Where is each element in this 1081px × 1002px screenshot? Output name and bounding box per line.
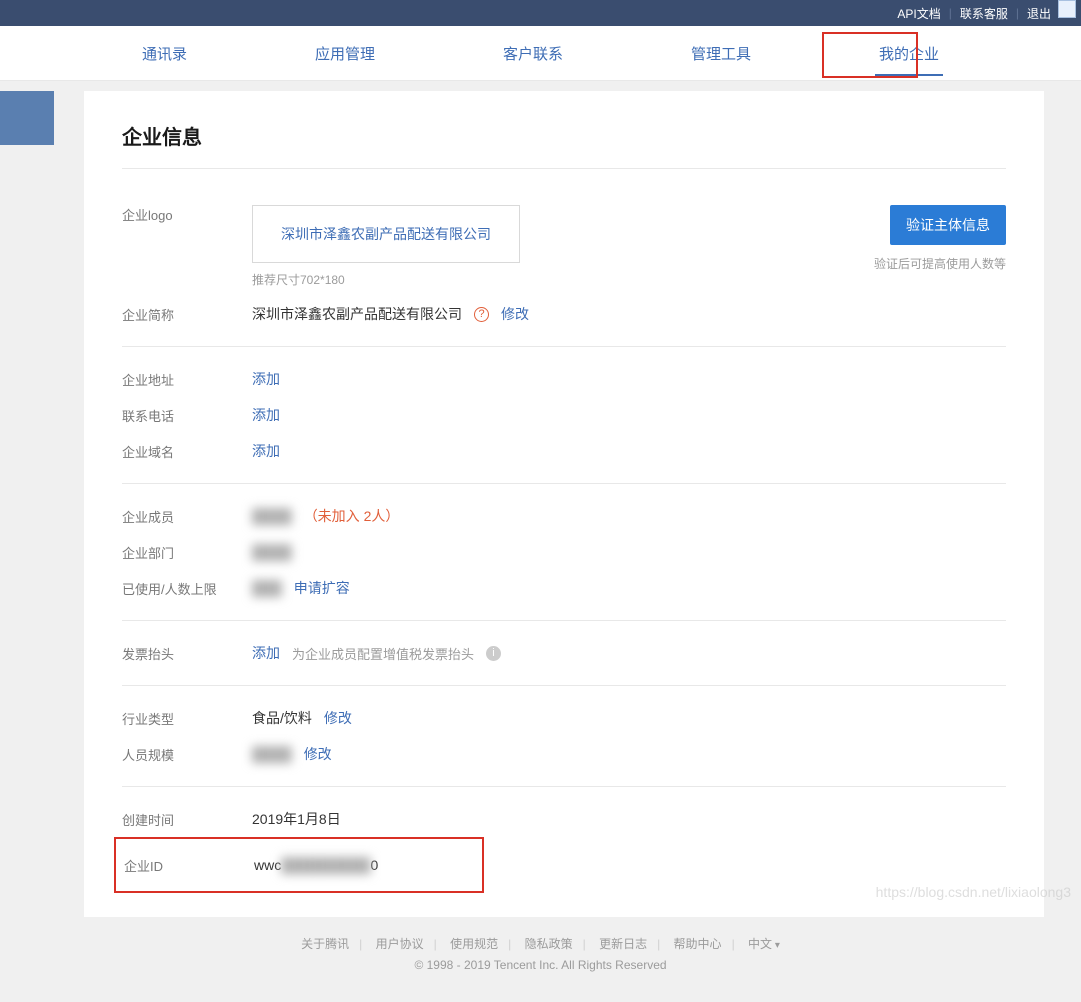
top-utility-bar: API文档 | 联系客服 | 退出 [0, 0, 1081, 26]
company-id-blurred: █████████ [281, 857, 370, 873]
industry-value: 食品/饮料 [252, 708, 312, 728]
logout-link[interactable]: 退出 [1027, 5, 1051, 22]
members-pending-text: （未加入 2人） [304, 506, 400, 526]
footer-about-link[interactable]: 关于腾讯 [301, 937, 349, 951]
footer-usage-link[interactable]: 使用规范 [450, 937, 498, 951]
content-panel: 企业信息 企业logo 深圳市泽鑫农副产品配送有限公司 推荐尺寸702*180 … [84, 91, 1044, 917]
tab-tools[interactable]: 管理工具 [687, 27, 755, 80]
info-icon[interactable]: i [486, 646, 501, 661]
tab-apps[interactable]: 应用管理 [311, 27, 379, 80]
logo-size-hint: 推荐尺寸702*180 [252, 271, 520, 288]
modify-industry-link[interactable]: 修改 [324, 708, 352, 728]
footer-agreement-link[interactable]: 用户协议 [376, 937, 424, 951]
company-logo-box[interactable]: 深圳市泽鑫农副产品配送有限公司 [252, 205, 520, 263]
add-phone-link[interactable]: 添加 [252, 405, 280, 425]
main-nav-tabs: 通讯录 应用管理 客户联系 管理工具 我的企业 [0, 26, 1081, 81]
invoice-hint: 为企业成员配置增值税发票抬头 [292, 644, 474, 663]
label-members: 企业成员 [122, 507, 252, 526]
watermark-text: https://blog.csdn.net/lixiaolong3 [876, 884, 1071, 900]
verify-entity-button[interactable]: 验证主体信息 [890, 205, 1006, 245]
scale-blurred: ████ [252, 746, 292, 762]
add-domain-link[interactable]: 添加 [252, 441, 280, 461]
window-corner-decoration [1058, 0, 1076, 18]
footer-privacy-link[interactable]: 隐私政策 [525, 937, 573, 951]
label-company-id: 企业ID [124, 856, 254, 875]
label-logo: 企业logo [122, 205, 252, 224]
company-id-prefix: wwc [254, 857, 281, 873]
footer-changelog-link[interactable]: 更新日志 [599, 937, 647, 951]
company-name-in-logo: 深圳市泽鑫农副产品配送有限公司 [281, 226, 491, 242]
label-industry: 行业类型 [122, 709, 252, 728]
footer-help-link[interactable]: 帮助中心 [674, 937, 722, 951]
copyright-text: © 1998 - 2019 Tencent Inc. All Rights Re… [0, 958, 1081, 972]
departments-blurred: ████ [252, 544, 292, 560]
label-departments: 企业部门 [122, 543, 252, 562]
apply-expand-link[interactable]: 申请扩容 [294, 578, 350, 598]
short-name-value: 深圳市泽鑫农副产品配送有限公司 [252, 304, 462, 324]
label-phone: 联系电话 [122, 406, 252, 425]
sidebar-stub [0, 91, 54, 145]
company-id-suffix: 0 [371, 857, 379, 873]
tab-highlight-box [822, 32, 918, 78]
company-id-highlight-box: 企业ID wwc █████████ 0 [114, 837, 484, 893]
separator: | [949, 6, 952, 20]
label-invoice: 发票抬头 [122, 644, 252, 663]
separator: | [1016, 6, 1019, 20]
label-domain: 企业域名 [122, 442, 252, 461]
add-address-link[interactable]: 添加 [252, 369, 280, 389]
label-created-time: 创建时间 [122, 810, 252, 829]
help-icon[interactable]: ? [474, 307, 489, 322]
page-title: 企业信息 [122, 121, 1006, 169]
tab-contacts[interactable]: 通讯录 [138, 27, 191, 80]
api-docs-link[interactable]: API文档 [897, 5, 940, 22]
contact-support-link[interactable]: 联系客服 [960, 5, 1008, 22]
modify-scale-link[interactable]: 修改 [304, 744, 332, 764]
label-short-name: 企业简称 [122, 305, 252, 324]
modify-short-name-link[interactable]: 修改 [501, 304, 529, 324]
label-address: 企业地址 [122, 370, 252, 389]
label-scale: 人员规模 [122, 745, 252, 764]
created-time-value: 2019年1月8日 [252, 809, 341, 829]
used-limit-blurred: ███ [252, 580, 282, 596]
members-count-blurred: ████ [252, 508, 292, 524]
tab-customer[interactable]: 客户联系 [499, 27, 567, 80]
page-footer: 关于腾讯| 用户协议| 使用规范| 隐私政策| 更新日志| 帮助中心| 中文 ©… [0, 917, 1081, 1002]
verify-hint-text: 验证后可提高使用人数等 [874, 255, 1006, 272]
label-used-limit: 已使用/人数上限 [122, 579, 252, 598]
footer-language-dropdown[interactable]: 中文 [748, 937, 780, 951]
add-invoice-link[interactable]: 添加 [252, 643, 280, 663]
